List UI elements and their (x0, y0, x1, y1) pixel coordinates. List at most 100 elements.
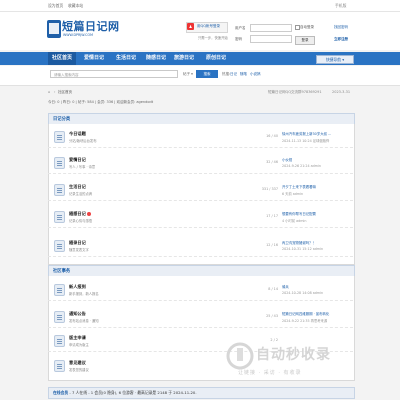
nav-travel-diary[interactable]: 旅游日记 (170, 52, 198, 65)
forum-row[interactable]: 爱情日记 写人 / 写事 · 诗意 32 / 46 小伙视 2024-9-26 … (48, 153, 353, 174)
nav-essay-diary[interactable]: 随感日记 (142, 52, 170, 65)
forum-row[interactable]: 生活日记 记录生活的点滴 331 / 337 开夕丁土来下表看看嘛 6 天前 a… (48, 180, 353, 201)
forum-last-meta: 4 小时前 admin (282, 219, 307, 223)
forum-last-post[interactable]: 丙卫沟宠物猪谢吗？！ (282, 240, 316, 245)
forum-name[interactable]: 版主申请 (69, 335, 86, 341)
auto-login-label: 自动登录 (300, 25, 314, 29)
nav-original-diary[interactable]: 原创日记 (202, 52, 230, 65)
forum-row[interactable]: 随感日记 记录心情与感悟 17 / 17 想要有你帮写日记配置 4 小时前 ad… (48, 207, 353, 228)
nav-life-diary[interactable]: 生活日记 (112, 52, 140, 65)
login-button[interactable]: 登录 (295, 36, 315, 45)
quick-nav-button[interactable]: 快捷导航 ▾ (316, 55, 354, 64)
find-password-link[interactable]: 找回密码 (334, 25, 348, 30)
forum-name[interactable]: 通知公告 (69, 311, 86, 317)
set-home-link[interactable]: 设为首页 (48, 3, 63, 9)
forum-last-meta: 2024-9-26 21:24 admin (282, 164, 321, 168)
forum-name[interactable]: 随感日记 (69, 211, 91, 217)
forum-count: 331 / 337 (261, 187, 278, 191)
forum-count: 32 / 46 (266, 160, 278, 164)
forum-last-post[interactable]: 想要有你帮写日记配置 (282, 211, 316, 216)
forum-last-post[interactable]: 徐州汽车疲劳报上新30岁大叔 ... (282, 131, 331, 136)
nav-love-diary[interactable]: 爱情日记 (80, 52, 108, 65)
search-button[interactable]: 搜索 (196, 70, 218, 78)
forum-icon (54, 311, 65, 323)
qq-group-notice[interactable]: 短篇日记网QQ交流群978369291 (268, 90, 322, 95)
watermark-logo-icon (226, 342, 254, 370)
hot-search-item[interactable]: 小说搞 (250, 72, 261, 77)
forum-desc: 写人 / 写事 · 诗意 (69, 165, 96, 169)
forum-desc: 申请成为版主 (69, 343, 89, 347)
site-url: WWW.DPRJW.COM (63, 33, 93, 37)
username-input[interactable] (250, 24, 292, 32)
forum-row[interactable]: 通知公告 发布站点消息 · 通知 25 / 43 短篇日记网四维服期 · 宣布转… (48, 307, 353, 328)
notice-date: 2023-3-31 (332, 90, 351, 94)
password-input[interactable] (250, 35, 292, 43)
online-members-bar[interactable]: 在线会员 - 7 人在线 - 1 会员(0 隐身), 6 位游客 · 最高记录是… (48, 387, 355, 399)
hot-search-item[interactable]: 随笔 (240, 72, 247, 77)
forum-count: 8 / 14 (268, 287, 278, 291)
online-text: 在线会员 - 7 人在线 - 1 会员(0 隐身), 6 位游客 · 最高记录是… (53, 390, 197, 396)
qq-icon: ♟ (187, 23, 194, 30)
forum-desc: 随意发表文字 (69, 248, 89, 252)
forum-last-post[interactable]: 小伙视 (282, 157, 292, 162)
forum-count: 16 / 40 (266, 134, 278, 138)
forum-icon (54, 360, 65, 372)
breadcrumb-current[interactable]: 社区首页 (58, 90, 72, 95)
forum-row[interactable]: 随录日记 随意发表文字 12 / 16 丙卫沟宠物猪谢吗？！ 2024-10-3… (48, 236, 353, 257)
home-icon[interactable]: ⌂ (48, 90, 50, 94)
section-title: 社区事务 (53, 269, 71, 274)
hot-search-item[interactable]: 日记 (230, 72, 237, 77)
register-link[interactable]: 立即注册 (334, 37, 348, 42)
search-input[interactable]: 请输入搜索内容 (50, 70, 178, 78)
watermark-brand: 自动秒收录 (256, 347, 331, 363)
online-label[interactable]: 在线会员 (53, 390, 68, 395)
forum-desc: 记录心情与感悟 (69, 219, 93, 223)
forum-count: 12 / 16 (266, 243, 278, 247)
forum-last-meta: 6 天前 admin (282, 192, 304, 196)
forum-name[interactable]: 新人报到 (69, 284, 86, 290)
forum-desc: 发表您的建议 (69, 368, 89, 372)
bookmark-link[interactable]: 收藏本站 (68, 3, 83, 9)
forum-name[interactable]: 意见建议 (69, 360, 86, 366)
hot-search-label: 热搜: (222, 72, 231, 76)
forum-row[interactable]: 新人报到 新手报到，新人报名 8 / 14 骑兵 2024-10-28 14:0… (48, 280, 353, 301)
watermark-slogan: 让链接 · 采访 · 有收录 (238, 370, 302, 376)
forum-count: 25 / 43 (266, 314, 278, 318)
book-icon (49, 23, 59, 34)
forum-icon (54, 157, 65, 169)
forum-last-meta: 2024-9-22 21:35 再思考来源 (282, 319, 328, 323)
mobile-link[interactable]: 手机版 (335, 3, 346, 9)
forum-last-post[interactable]: 骑兵 (282, 284, 289, 289)
username-label: 用户名 (235, 26, 246, 30)
forum-row[interactable]: 今日话题 分站/版块后台发布 16 / 40 徐州汽车疲劳报上新30岁大叔 ..… (48, 127, 353, 148)
forum-icon (54, 131, 65, 143)
forum-desc: 新手报到，新人报名 (69, 292, 99, 296)
forum-last-post[interactable]: 短篇日记网四维服期 · 宣布转化 (282, 311, 329, 316)
breadcrumb-sep: › (54, 90, 56, 94)
forum-count: 17 / 17 (266, 214, 278, 218)
forum-name-text[interactable]: 随感日记 (69, 211, 86, 216)
forum-last-post[interactable]: 开夕丁土来下表看看嘛 (282, 184, 316, 189)
forum-name[interactable]: 生活日记 (69, 184, 86, 190)
forum-last-meta: 2024-11-13 10:24 足球健脑锋 (282, 139, 330, 143)
top-bar: 设为首页 收藏本站 手机版 (0, 0, 400, 12)
site-stats: 今日: 0 | 昨日: 0 | 帖子: 584 | 会员: 336 | 欢迎新会… (48, 100, 154, 104)
forum-icon (54, 335, 65, 347)
site-logo-text[interactable]: 短篇日记网 (62, 18, 120, 34)
password-label: 密码 (235, 37, 242, 41)
qq-login-label[interactable]: 用QQ帐号登录 (197, 24, 220, 29)
forum-last-meta: 2024-10-28 14:08 admin (282, 291, 324, 295)
search-scope-select[interactable]: 帖子 ▾ (183, 70, 193, 78)
forum-name[interactable]: 今日话题 (69, 131, 86, 137)
forum-desc: 发布站点消息 · 通知 (69, 319, 99, 323)
forum-icon (54, 284, 65, 296)
quick-login-tip: 只需一步，快速开始 (198, 36, 228, 40)
forum-desc: 记录生活的点滴 (69, 192, 93, 196)
section-title: 日记分类 (53, 117, 71, 122)
nav-home[interactable]: 社区首页 (48, 52, 76, 65)
forum-name[interactable]: 随录日记 (69, 240, 86, 246)
online-stats: - 7 人在线 - 1 会员(0 隐身), 6 位游客 · 最高记录是 2148… (69, 390, 197, 395)
forum-icon (54, 211, 65, 223)
forum-last-meta: 2024-10-31 15:12 admin (282, 247, 324, 251)
forum-name[interactable]: 爱情日记 (69, 157, 86, 163)
